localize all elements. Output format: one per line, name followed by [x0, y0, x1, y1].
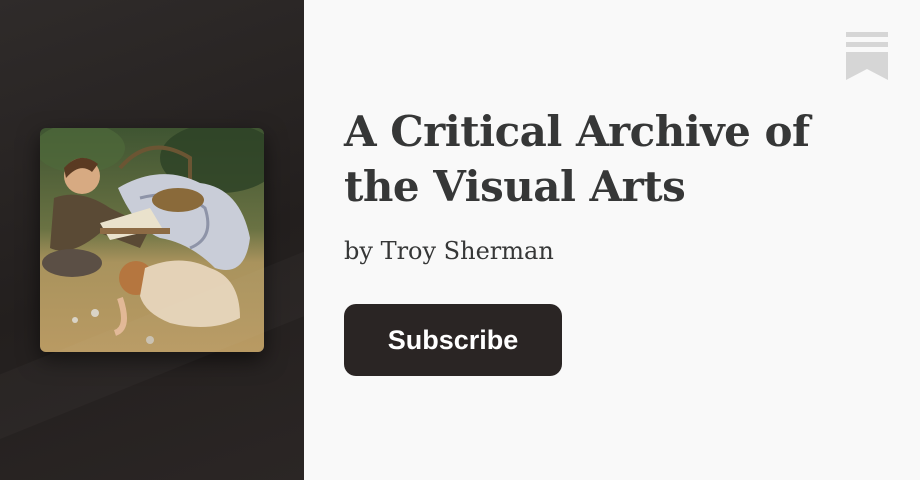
painting-image	[40, 128, 264, 352]
cover-panel	[0, 0, 304, 480]
publication-title: A Critical Archive of the Visual Arts	[344, 107, 810, 211]
byline-prefix: by	[344, 237, 373, 265]
byline: by Troy Sherman	[344, 234, 554, 268]
bookmark-icon[interactable]	[846, 32, 888, 80]
subscribe-button[interactable]: Subscribe	[344, 304, 562, 376]
author-name[interactable]: Troy Sherman	[381, 237, 554, 265]
cover-artwork	[40, 128, 264, 352]
